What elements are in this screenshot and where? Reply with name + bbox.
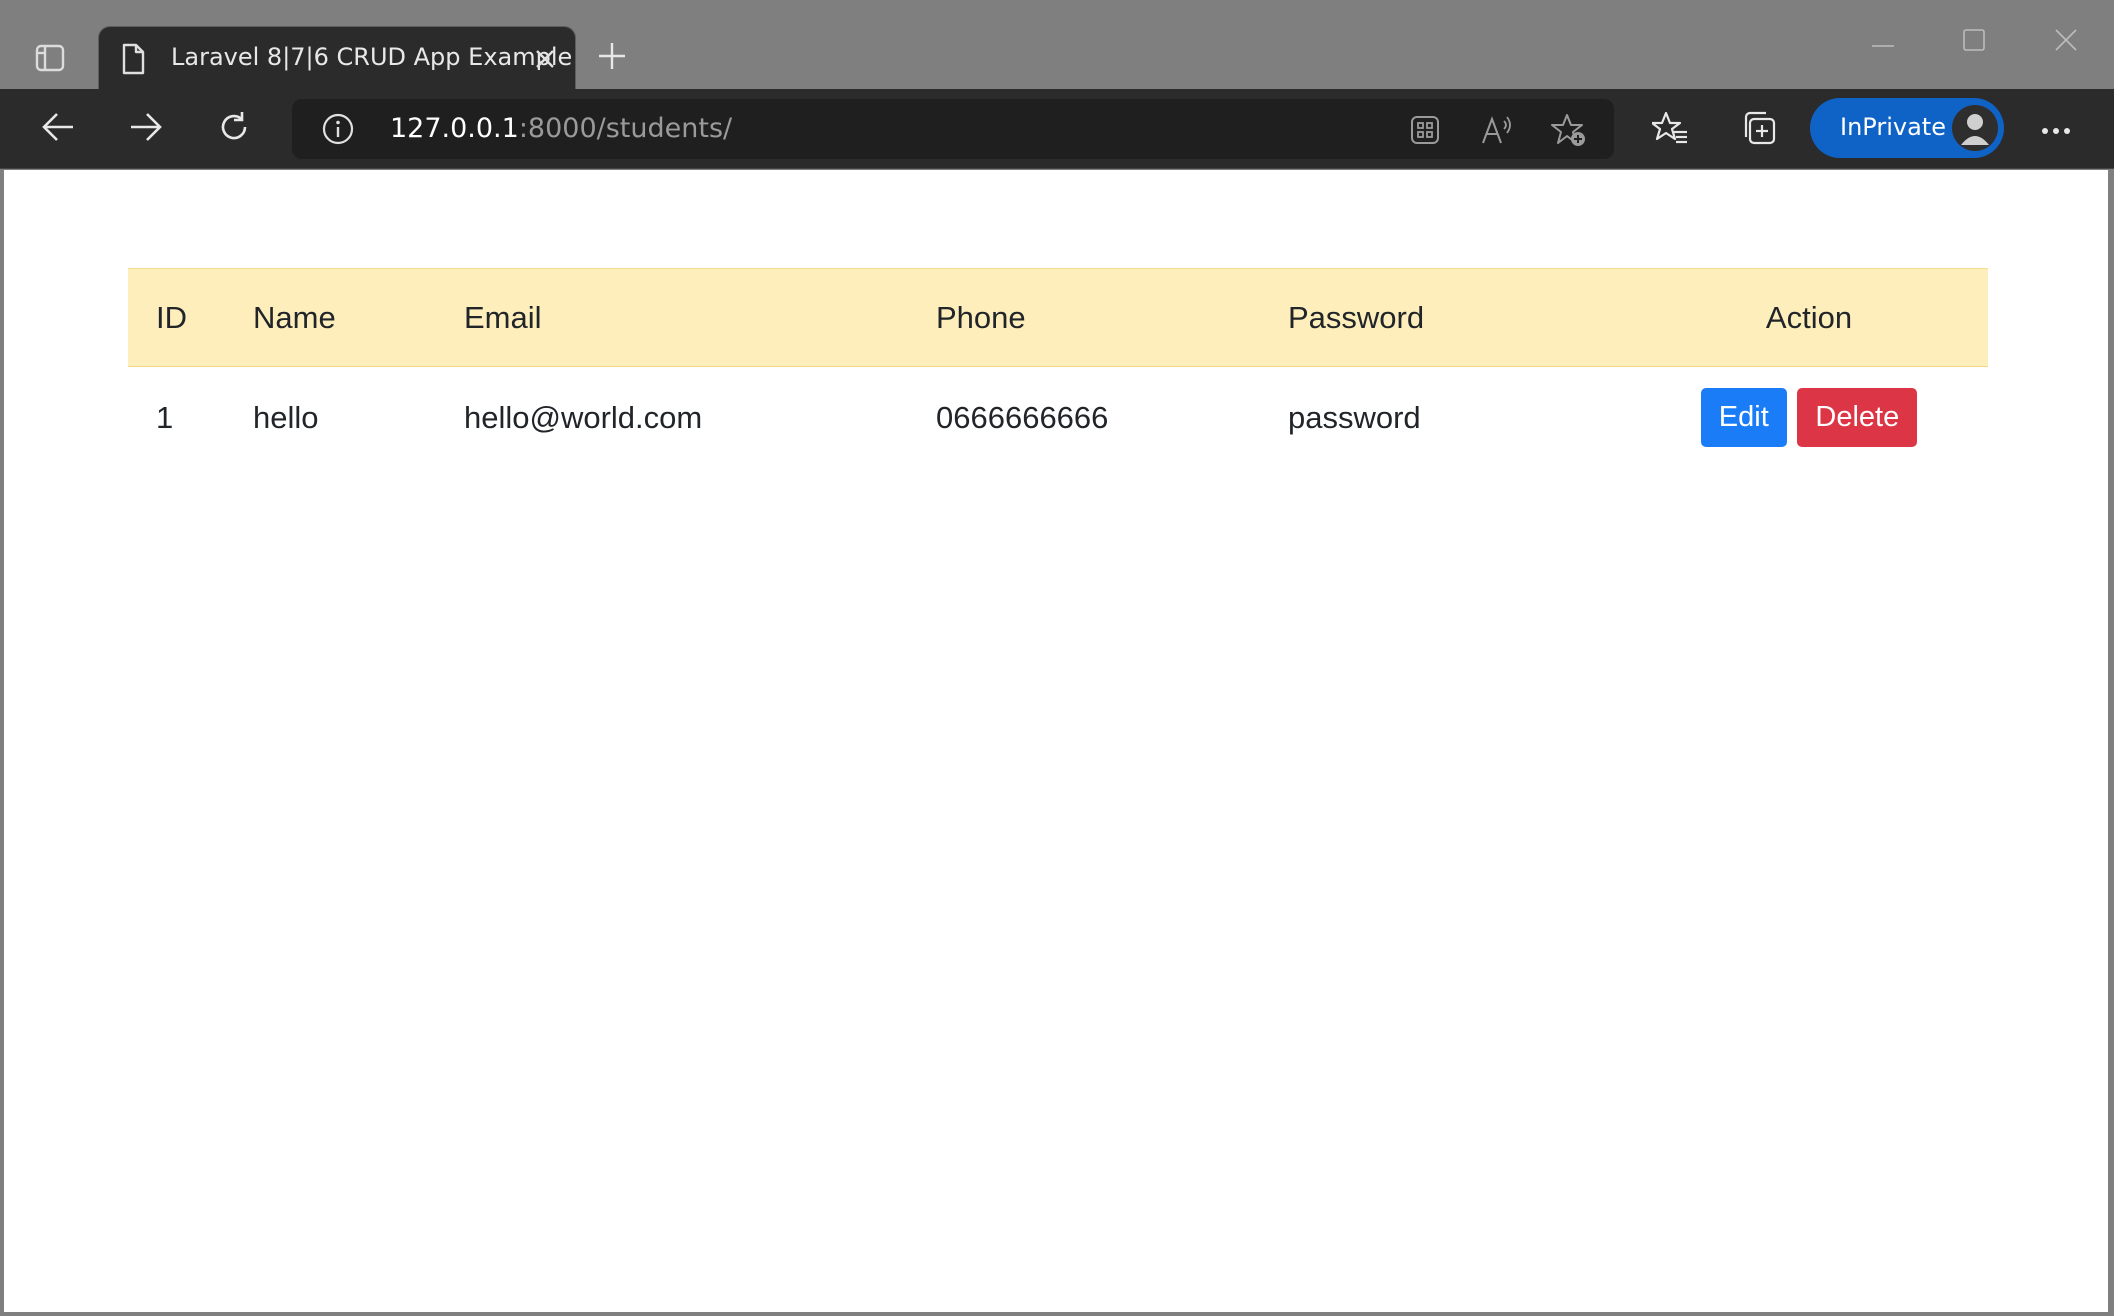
- avatar: [1952, 105, 1998, 151]
- close-tab-icon[interactable]: [531, 45, 559, 73]
- maximize-icon: [1963, 29, 1985, 55]
- forward-arrow-icon: [129, 112, 163, 146]
- browser-toolbar: 127.0.0.1:8000/students/ InPrivate: [0, 89, 2114, 169]
- forward-button[interactable]: [120, 103, 172, 155]
- cell-phone: 0666666666: [936, 399, 1109, 435]
- close-window-button[interactable]: [2036, 20, 2096, 64]
- column-header-phone: Phone: [936, 268, 1288, 367]
- tab-actions-icon[interactable]: [28, 38, 72, 78]
- browser-window: Laravel 8|7|6 CRUD App Example 127.0.0.1…: [0, 0, 2114, 1316]
- favorites-icon: [1650, 110, 1688, 148]
- cell-password: password: [1288, 399, 1421, 435]
- refresh-button[interactable]: [208, 103, 260, 155]
- column-header-email: Email: [464, 268, 936, 367]
- table-header: ID Name Email Phone Password Action: [128, 268, 1988, 367]
- cell-id: 1: [156, 399, 174, 435]
- column-header-password: Password: [1288, 268, 1630, 367]
- active-tab[interactable]: Laravel 8|7|6 CRUD App Example: [98, 26, 576, 90]
- close-icon: [2055, 29, 2077, 55]
- back-button[interactable]: [32, 103, 84, 155]
- refresh-icon: [217, 110, 251, 148]
- column-header-action: Action: [1630, 268, 1988, 367]
- column-header-id: ID: [128, 268, 253, 367]
- read-aloud-icon[interactable]: [1478, 111, 1516, 149]
- plus-icon: [597, 41, 627, 75]
- page-icon: [121, 43, 145, 79]
- back-arrow-icon: [41, 112, 75, 146]
- collections-icon: [1740, 109, 1776, 149]
- cell-actions: Edit Delete: [1630, 367, 1988, 469]
- header-row: ID Name Email Phone Password Action: [128, 268, 1988, 367]
- apps-grid-icon[interactable]: [1406, 111, 1444, 149]
- table-body: 1 hello hello@world.com 0666666666 passw…: [128, 367, 1988, 469]
- students-table: ID Name Email Phone Password Action 1 he…: [128, 268, 1988, 469]
- info-icon[interactable]: [322, 113, 354, 149]
- more-icon: [2041, 120, 2071, 139]
- collections-button[interactable]: [1732, 103, 1784, 155]
- url-text[interactable]: 127.0.0.1:8000/students/: [390, 113, 732, 144]
- address-bar[interactable]: 127.0.0.1:8000/students/: [292, 99, 1614, 159]
- column-header-name: Name: [253, 268, 464, 367]
- cell-email: hello@world.com: [464, 399, 703, 435]
- edit-button[interactable]: Edit: [1700, 388, 1787, 448]
- cell-name: hello: [253, 399, 319, 435]
- more-button[interactable]: [2030, 103, 2082, 155]
- minimize-icon: [1872, 33, 1894, 52]
- tab-bar: Laravel 8|7|6 CRUD App Example: [0, 0, 2114, 90]
- favorites-button[interactable]: [1644, 103, 1696, 155]
- window-edge: [2108, 170, 2114, 1316]
- delete-button[interactable]: Delete: [1797, 388, 1918, 448]
- url-path: :8000/students/: [518, 113, 733, 144]
- minimize-button[interactable]: [1853, 20, 1913, 64]
- table-row: 1 hello hello@world.com 0666666666 passw…: [128, 367, 1988, 469]
- tab-title: Laravel 8|7|6 CRUD App Example: [171, 43, 573, 71]
- new-tab-button[interactable]: [590, 36, 634, 80]
- maximize-button[interactable]: [1944, 20, 2004, 64]
- url-host: 127.0.0.1: [390, 113, 519, 144]
- inprivate-label: InPrivate: [1840, 113, 1946, 141]
- page-content: ID Name Email Phone Password Action 1 he…: [4, 170, 2108, 1312]
- star-add-icon[interactable]: [1550, 111, 1588, 149]
- inprivate-button[interactable]: InPrivate: [1810, 98, 2004, 158]
